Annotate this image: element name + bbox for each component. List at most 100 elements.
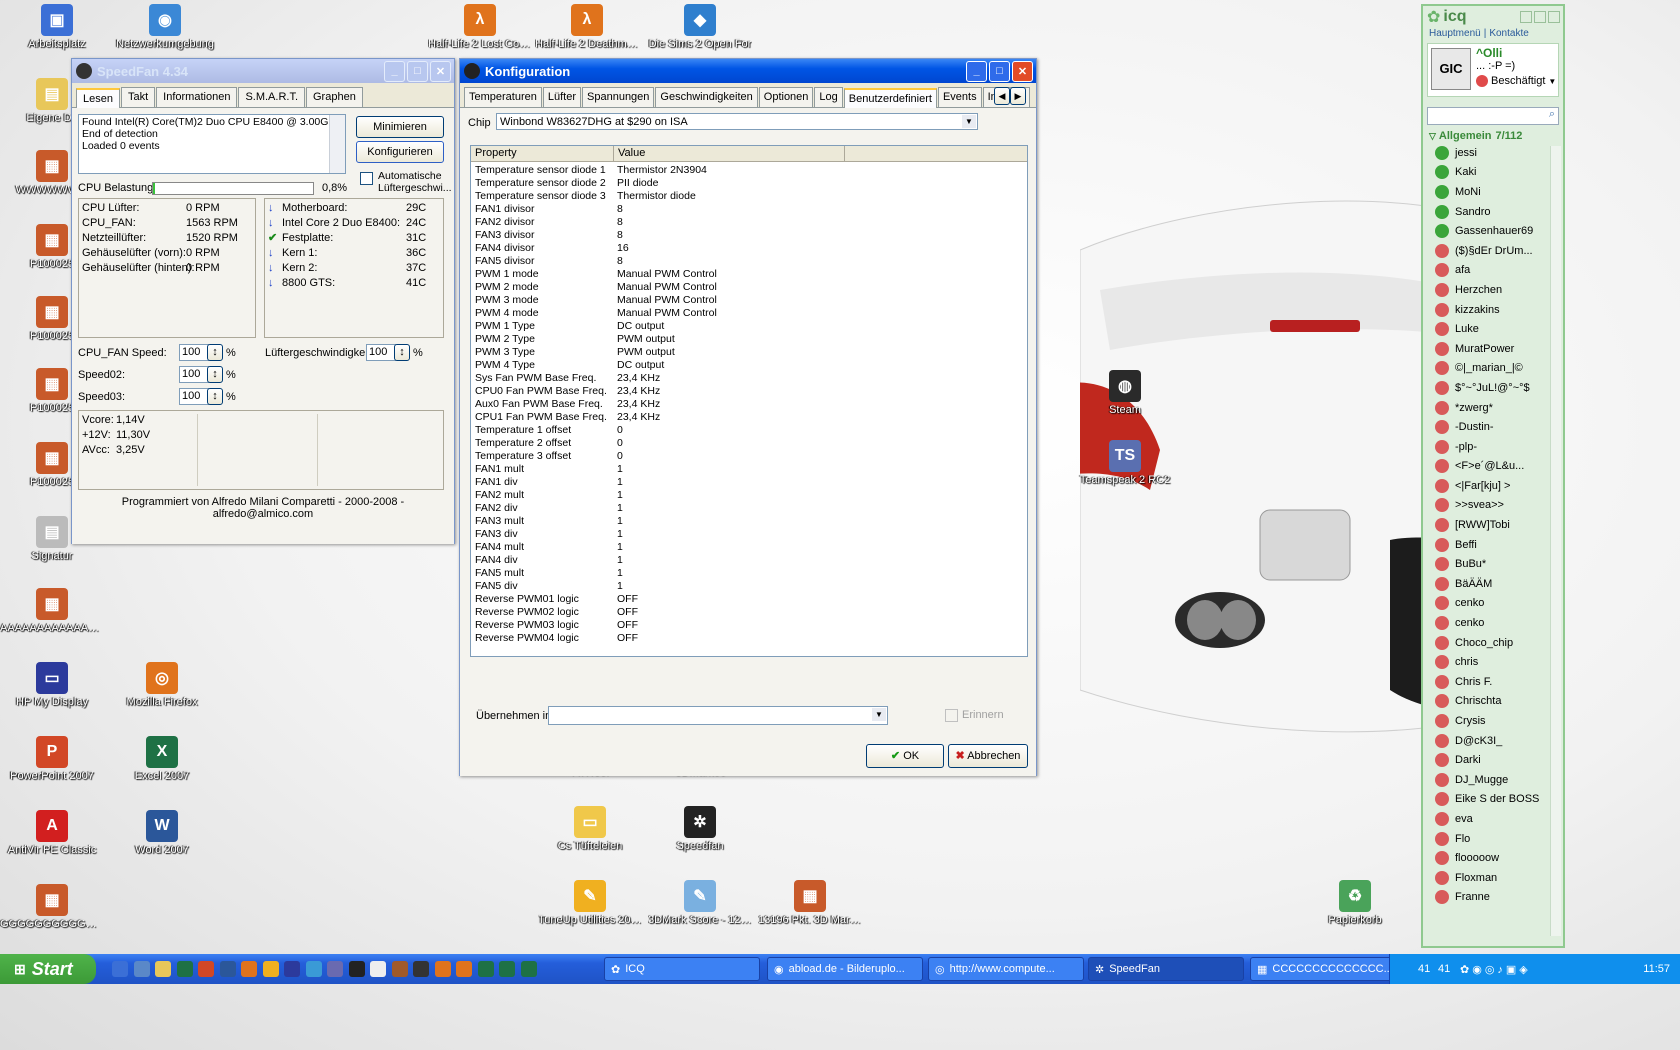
value-cell[interactable]: OFF bbox=[615, 632, 638, 645]
fan-speed-spinner[interactable]: ↕ bbox=[394, 344, 410, 361]
fan-speed-input[interactable]: 100 bbox=[366, 344, 396, 361]
contact-item[interactable]: Sandro bbox=[1423, 202, 1563, 222]
quicklaunch-icon[interactable] bbox=[176, 961, 193, 977]
table-row[interactable]: Temperature 1 offset 0 bbox=[471, 424, 1027, 437]
quicklaunch-icon[interactable] bbox=[284, 961, 300, 977]
minimize-app-button[interactable]: Minimieren bbox=[356, 116, 444, 138]
start-button[interactable]: ⊞ Start bbox=[0, 954, 96, 984]
configure-button[interactable]: Konfigurieren bbox=[356, 141, 444, 163]
contact-item[interactable]: ($)§dEr DrUm... bbox=[1423, 241, 1563, 261]
desktop-icon[interactable]: ✲ Speedfan bbox=[648, 806, 752, 853]
value-cell[interactable]: 1 bbox=[615, 541, 623, 554]
value-cell[interactable]: OFF bbox=[615, 606, 638, 619]
contact-item[interactable]: Luke bbox=[1423, 319, 1563, 339]
config-tab-6[interactable]: Benutzerdefiniert bbox=[843, 88, 937, 108]
contact-item[interactable]: <F>e´@L&u... bbox=[1423, 457, 1563, 477]
config-tab-5[interactable]: Log bbox=[814, 87, 843, 107]
close-button[interactable]: ✕ bbox=[430, 60, 451, 82]
contact-item[interactable]: >>svea>> bbox=[1423, 496, 1563, 516]
contact-item[interactable]: flooooow bbox=[1423, 848, 1563, 868]
ok-button[interactable]: ✔ OK bbox=[866, 744, 944, 768]
icq-contacts-menu[interactable]: Kontakte bbox=[1489, 28, 1528, 39]
quicklaunch-icon[interactable] bbox=[520, 961, 537, 977]
quicklaunch-icon[interactable] bbox=[499, 961, 515, 977]
value-cell[interactable]: 23,4 KHz bbox=[615, 385, 660, 398]
table-row[interactable]: FAN4 divisor 16 bbox=[471, 242, 1027, 255]
contact-item[interactable]: jessi bbox=[1423, 143, 1563, 163]
table-row[interactable]: FAN4 mult 1 bbox=[471, 541, 1027, 554]
taskbar-button[interactable]: ▦ CCCCCCCCCCCCCC... bbox=[1250, 957, 1400, 981]
contact-item[interactable]: Beffi bbox=[1423, 535, 1563, 555]
table-row[interactable]: FAN5 div 1 bbox=[471, 580, 1027, 593]
desktop-icon[interactable]: P PowerPoint 2007 bbox=[0, 736, 104, 783]
table-row[interactable]: FAN3 mult 1 bbox=[471, 515, 1027, 528]
value-cell[interactable]: OFF bbox=[615, 593, 638, 606]
tray-temp-2[interactable]: 41 bbox=[1438, 963, 1450, 975]
desktop-icon[interactable]: ✎ 3DMark Score - 12609 Pkt. bbox=[648, 880, 752, 927]
speed-spinner[interactable]: ↕ bbox=[207, 366, 223, 383]
table-row[interactable]: PWM 4 Type DC output bbox=[471, 359, 1027, 372]
value-cell[interactable]: 1 bbox=[615, 489, 623, 502]
table-row[interactable]: Temperature 3 offset 0 bbox=[471, 450, 1027, 463]
value-cell[interactable]: 1 bbox=[615, 580, 623, 593]
taskbar-button[interactable]: ◉ abload.de - Bilderuplo... bbox=[767, 957, 923, 981]
value-cell[interactable]: 0 bbox=[615, 437, 623, 450]
table-row[interactable]: Aux0 Fan PWM Base Freq. 23,4 KHz bbox=[471, 398, 1027, 411]
value-cell[interactable]: 23,4 KHz bbox=[615, 372, 660, 385]
log-scrollbar[interactable] bbox=[329, 115, 345, 173]
contact-item[interactable]: Floxman bbox=[1423, 868, 1563, 888]
config-maximize-button[interactable]: □ bbox=[989, 60, 1010, 82]
contact-item[interactable]: -Dustin- bbox=[1423, 417, 1563, 437]
quicklaunch-icon[interactable] bbox=[477, 961, 494, 977]
tray-temp-1[interactable]: 41 bbox=[1418, 963, 1430, 975]
value-cell[interactable]: PII diode bbox=[615, 177, 658, 190]
icq-group-header[interactable]: ▽ Allgemein 7/112 bbox=[1423, 129, 1563, 143]
contact-item[interactable]: cenko bbox=[1423, 613, 1563, 633]
desktop-icon[interactable]: ♻ Papierkorb bbox=[1303, 880, 1407, 927]
contact-item[interactable]: cenko bbox=[1423, 594, 1563, 614]
contact-item[interactable]: afa bbox=[1423, 261, 1563, 281]
table-row[interactable]: PWM 4 mode Manual PWM Control bbox=[471, 307, 1027, 320]
quicklaunch-icon[interactable] bbox=[112, 961, 128, 977]
value-cell[interactable]: 1 bbox=[615, 554, 623, 567]
table-row[interactable]: Sys Fan PWM Base Freq. 23,4 KHz bbox=[471, 372, 1027, 385]
table-row[interactable]: Reverse PWM04 logic OFF bbox=[471, 632, 1027, 645]
tab-1[interactable]: Takt bbox=[120, 87, 156, 107]
chip-select[interactable]: Winbond W83627DHG at $290 on ISA ▼ bbox=[496, 113, 978, 130]
desktop-icon[interactable]: ▦ GGGGGGGGGGGGGG... bbox=[0, 884, 104, 931]
icq-maximize-button[interactable] bbox=[1534, 11, 1546, 23]
table-row[interactable]: FAN3 divisor 8 bbox=[471, 229, 1027, 242]
quicklaunch-icon[interactable] bbox=[327, 961, 343, 977]
value-cell[interactable]: 1 bbox=[615, 502, 623, 515]
quicklaunch-icon[interactable] bbox=[413, 961, 429, 977]
table-row[interactable]: FAN2 mult 1 bbox=[471, 489, 1027, 502]
config-tab-0[interactable]: Temperaturen bbox=[464, 87, 542, 107]
desktop-icon[interactable]: ▭ Cs Tüfteleien bbox=[538, 806, 642, 853]
table-row[interactable]: Reverse PWM01 logic OFF bbox=[471, 593, 1027, 606]
value-cell[interactable]: 0 bbox=[615, 450, 623, 463]
cancel-button[interactable]: ✖ Abbrechen bbox=[948, 744, 1028, 768]
contact-item[interactable]: D@cK3I_ bbox=[1423, 731, 1563, 751]
auto-fan-checkbox-box[interactable] bbox=[360, 172, 373, 185]
contact-item[interactable]: MoNi bbox=[1423, 182, 1563, 202]
config-tab-1[interactable]: Lüfter bbox=[542, 87, 582, 107]
table-row[interactable]: FAN2 divisor 8 bbox=[471, 216, 1027, 229]
contact-item[interactable]: Flo bbox=[1423, 829, 1563, 849]
contact-item[interactable]: [RWW]Tobi bbox=[1423, 515, 1563, 535]
contact-item[interactable]: Darki bbox=[1423, 750, 1563, 770]
col-property[interactable]: Property bbox=[471, 146, 614, 161]
quicklaunch-icon[interactable] bbox=[219, 961, 236, 977]
value-cell[interactable]: OFF bbox=[615, 619, 638, 632]
desktop-icon[interactable]: ✎ TuneUp Utilities 2008 bbox=[538, 880, 642, 927]
contact-item[interactable]: Eike S der BOSS bbox=[1423, 790, 1563, 810]
contact-item[interactable]: MuratPower bbox=[1423, 339, 1563, 359]
taskbar-button[interactable]: ◎ http://www.compute... bbox=[928, 957, 1084, 981]
quicklaunch-icon[interactable] bbox=[434, 961, 451, 977]
quicklaunch-icon[interactable] bbox=[198, 961, 214, 977]
value-cell[interactable]: Manual PWM Control bbox=[615, 268, 717, 281]
value-cell[interactable]: 16 bbox=[615, 242, 629, 255]
contact-item[interactable]: BuBu* bbox=[1423, 554, 1563, 574]
search-icon[interactable]: ⌕ bbox=[1549, 108, 1555, 121]
value-cell[interactable]: 8 bbox=[615, 216, 623, 229]
quicklaunch-icon[interactable] bbox=[391, 961, 408, 977]
